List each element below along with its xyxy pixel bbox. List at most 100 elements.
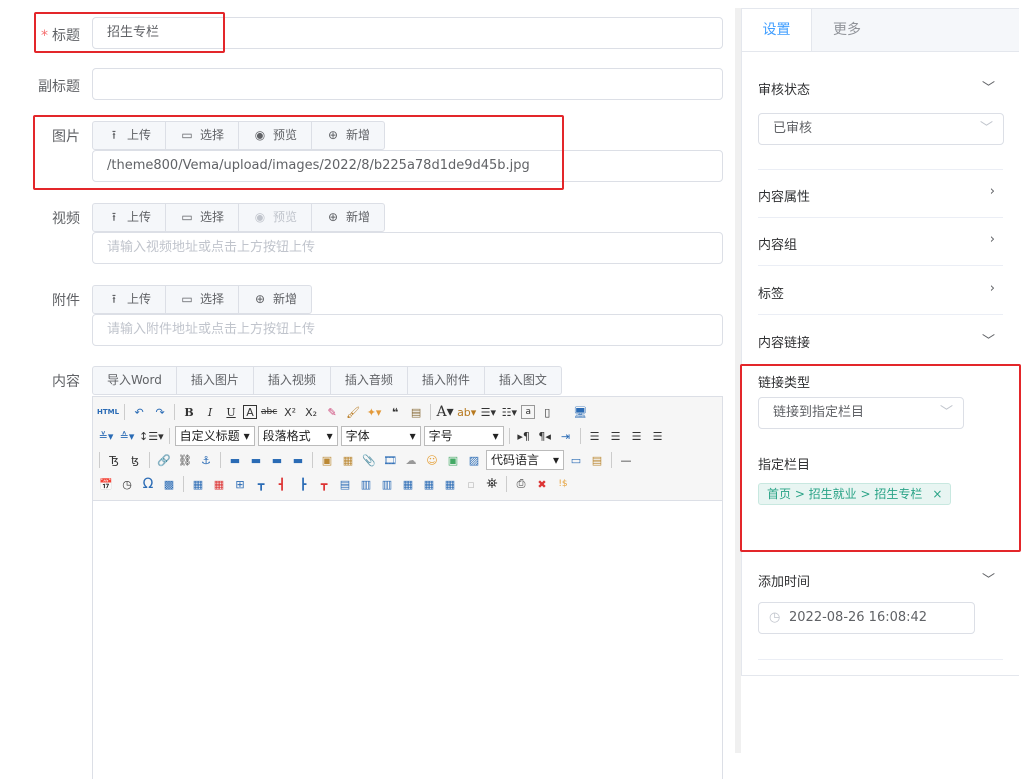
image-right-icon[interactable]: ▬	[268, 451, 286, 469]
insert-video-icon[interactable]: 🎞	[381, 451, 399, 469]
charts-icon[interactable]: ▫	[462, 475, 480, 493]
attachment-upload-button[interactable]: ⭱ 上传	[93, 286, 167, 313]
line-height-icon[interactable]: ↕☰▾	[139, 427, 164, 445]
indent-icon[interactable]: ⇥	[557, 427, 575, 445]
special-chars-icon[interactable]: Ω	[139, 475, 157, 493]
image-left-icon[interactable]: ▬	[247, 451, 265, 469]
help-icon[interactable]: !$	[554, 475, 572, 493]
row-spacing-bottom-icon[interactable]: ≙▾	[118, 427, 136, 445]
insert-video-button[interactable]: 插入视频	[254, 367, 331, 394]
delete-row-icon[interactable]: ┫	[273, 475, 291, 493]
align-justify-icon[interactable]: ☰	[649, 427, 667, 445]
subtitle-input[interactable]	[92, 68, 723, 100]
video-upload-button[interactable]: ⭱ 上传	[93, 204, 167, 231]
delete-col-icon[interactable]: ┳	[315, 475, 333, 493]
unordered-list-icon[interactable]: ☷▾	[500, 403, 518, 421]
eraser-icon[interactable]: ✎	[323, 403, 341, 421]
content-group-section[interactable]: 内容组 ›	[758, 218, 1003, 266]
print-icon[interactable]: ⎙	[512, 475, 530, 493]
merge-right-icon[interactable]: ▥	[357, 475, 375, 493]
page-break-icon[interactable]: ▭	[567, 451, 585, 469]
close-icon[interactable]: ×	[932, 487, 942, 501]
insert-article-button[interactable]: 插入图文	[485, 367, 561, 394]
italic-icon[interactable]: I	[201, 403, 219, 421]
title-input[interactable]: 招生专栏	[92, 17, 723, 49]
paste-text-icon[interactable]: ▤	[407, 403, 425, 421]
insert-audio-button[interactable]: 插入音频	[331, 367, 408, 394]
font-size-select[interactable]: 字号 ▾	[423, 426, 504, 446]
link-type-select[interactable]: 链接到指定栏目 ﹀	[758, 397, 964, 429]
font-family-select[interactable]: 字体 ▾	[340, 426, 421, 446]
redo-icon[interactable]: ↷	[151, 403, 169, 421]
video-select-button[interactable]: ▭ 选择	[166, 204, 240, 231]
link-icon[interactable]: 🔗	[155, 451, 173, 469]
superscript-icon[interactable]: X²	[281, 403, 299, 421]
tab-more[interactable]: 更多	[812, 9, 882, 51]
align-center-icon[interactable]: ☰	[607, 427, 625, 445]
attachment-add-button[interactable]: ⊕ 新增	[239, 286, 311, 313]
editor-body[interactable]	[93, 501, 722, 781]
attachment-select-button[interactable]: ▭ 选择	[166, 286, 240, 313]
ordered-list-icon[interactable]: ☰▾	[479, 403, 497, 421]
unlink-icon[interactable]: ⛓	[176, 451, 194, 469]
template-icon[interactable]: ▣	[444, 451, 462, 469]
image-none-icon[interactable]: ▬	[226, 451, 244, 469]
emotion-icon[interactable]: ☺	[423, 451, 441, 469]
insert-paragraph-before-table-icon[interactable]: ⊞	[231, 475, 249, 493]
image-add-button[interactable]: ⊕ 新增	[312, 122, 384, 149]
image-preview-button[interactable]: ◉ 预览	[239, 122, 313, 149]
format-brush-icon[interactable]: 🖌	[344, 403, 362, 421]
background-color-icon[interactable]: ab▾	[457, 403, 476, 421]
align-right-icon[interactable]: ☰	[628, 427, 646, 445]
anchor-icon[interactable]: ⚓	[197, 451, 215, 469]
preview-icon[interactable]: 🖥	[571, 403, 589, 421]
bold-icon[interactable]: B	[180, 403, 198, 421]
time-icon[interactable]: ◷	[118, 475, 136, 493]
video-preview-button[interactable]: ◉ 预览	[239, 204, 313, 231]
content-props-section[interactable]: 内容属性 ›	[758, 170, 1003, 218]
code-language-select[interactable]: 代码语言 ▾	[486, 450, 564, 470]
date-icon[interactable]: 📅	[97, 475, 115, 493]
rtl-icon[interactable]: ¶◂	[536, 427, 554, 445]
insert-frame-icon[interactable]: ▨	[465, 451, 483, 469]
horizontal-rule-icon[interactable]: —	[617, 451, 635, 469]
chevron-down-icon[interactable]: ﹀	[982, 569, 995, 588]
undo-icon[interactable]: ↶	[130, 403, 148, 421]
delete-table-icon[interactable]: ▦	[210, 475, 228, 493]
tab-settings[interactable]: 设置	[742, 9, 812, 51]
search-replace-icon[interactable]: ⛯	[483, 475, 501, 493]
insert-col-icon[interactable]: ┣	[294, 475, 312, 493]
image-center-icon[interactable]: ▬	[289, 451, 307, 469]
word-image-icon[interactable]: ▩	[160, 475, 178, 493]
custom-title-select[interactable]: 自定义标题 ▾	[174, 426, 255, 446]
add-time-picker[interactable]: ◷ 2022-08-26 16:08:42	[758, 602, 975, 634]
video-url-input[interactable]: 请输入视频地址或点击上方按钮上传	[92, 232, 723, 264]
tags-section[interactable]: 标签 ›	[758, 266, 1003, 315]
strikethrough-icon[interactable]: abc	[260, 403, 278, 421]
image-select-button[interactable]: ▭ 选择	[166, 122, 240, 149]
image-upload-button[interactable]: ⭱ 上传	[93, 122, 167, 149]
select-all-icon[interactable]: a	[521, 405, 536, 419]
align-left-icon[interactable]: ☰	[586, 427, 604, 445]
split-to-rows-icon[interactable]: ▦	[420, 475, 438, 493]
font-color-icon[interactable]: A▾	[436, 403, 454, 421]
chevron-down-icon[interactable]: ﹀	[982, 330, 995, 349]
background-icon[interactable]: ▤	[588, 451, 606, 469]
split-to-cols-icon[interactable]: ▦	[441, 475, 459, 493]
insert-image-button[interactable]: 插入图片	[177, 367, 254, 394]
merge-down-icon[interactable]: ▥	[378, 475, 396, 493]
simple-upload-icon[interactable]: ▣	[318, 451, 336, 469]
attachment-url-input[interactable]: 请输入附件地址或点击上方按钮上传	[92, 314, 723, 346]
auto-format-icon[interactable]: ✦▾	[365, 403, 383, 421]
font-border-icon[interactable]: A	[243, 405, 258, 419]
ltr-icon[interactable]: ▸¶	[515, 427, 533, 445]
merge-cells-icon[interactable]: ▤	[336, 475, 354, 493]
split-to-cells-icon[interactable]: ▦	[399, 475, 417, 493]
html-source-icon[interactable]: HTML	[97, 403, 119, 421]
underline-icon[interactable]: U	[222, 403, 240, 421]
map-icon[interactable]: ☁	[402, 451, 420, 469]
review-status-select[interactable]: 已审核 ﹀	[758, 113, 1004, 145]
clear-doc-icon[interactable]: ▯	[538, 403, 556, 421]
paragraph-format-select[interactable]: 段落格式 ▾	[257, 426, 338, 446]
blockquote-icon[interactable]: ❝	[386, 403, 404, 421]
